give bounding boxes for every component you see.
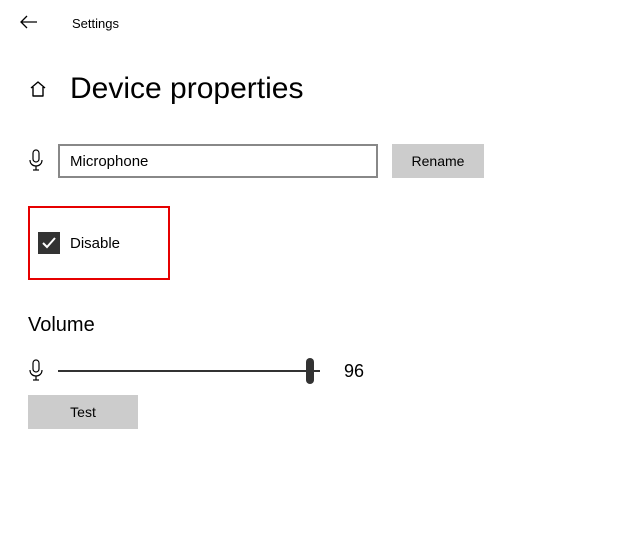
microphone-icon xyxy=(28,149,44,173)
volume-microphone-icon xyxy=(28,359,44,383)
header-title: Settings xyxy=(72,16,119,31)
disable-checkbox[interactable] xyxy=(38,232,60,254)
device-name-input[interactable] xyxy=(58,144,378,178)
rename-button[interactable]: Rename xyxy=(392,144,484,178)
volume-slider[interactable] xyxy=(58,359,320,383)
back-arrow-icon[interactable] xyxy=(20,14,38,32)
volume-label: Volume xyxy=(28,314,616,337)
volume-value: 96 xyxy=(344,361,364,382)
disable-label: Disable xyxy=(70,235,120,252)
home-icon[interactable] xyxy=(28,79,48,99)
page-title: Device properties xyxy=(70,72,303,106)
disable-highlight-box: Disable xyxy=(28,206,170,280)
test-button[interactable]: Test xyxy=(28,395,138,429)
